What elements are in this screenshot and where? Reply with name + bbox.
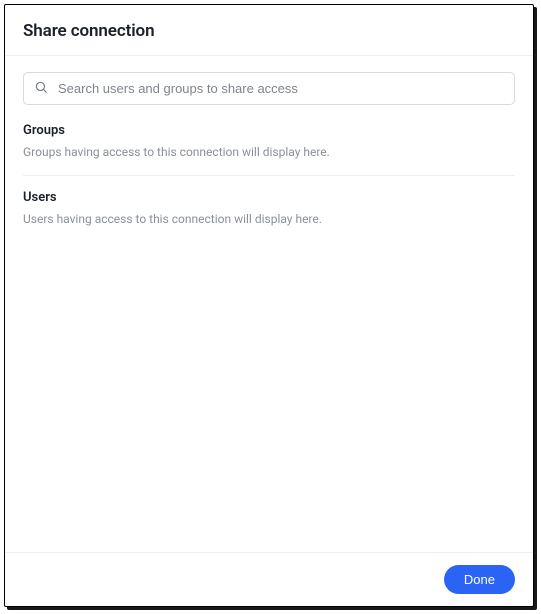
users-section: Users Users having access to this connec… bbox=[23, 175, 515, 242]
users-section-title: Users bbox=[23, 190, 515, 205]
search-icon bbox=[34, 79, 48, 98]
share-connection-dialog: Share connection Groups Groups having ac… bbox=[4, 4, 534, 607]
done-button[interactable]: Done bbox=[444, 565, 515, 594]
groups-section: Groups Groups having access to this conn… bbox=[23, 123, 515, 175]
dialog-content: Groups Groups having access to this conn… bbox=[5, 56, 533, 552]
dialog-title: Share connection bbox=[23, 21, 515, 41]
groups-section-description: Groups having access to this connection … bbox=[23, 144, 515, 161]
groups-section-title: Groups bbox=[23, 123, 515, 138]
dialog-header: Share connection bbox=[5, 5, 533, 56]
search-input[interactable] bbox=[58, 81, 504, 96]
users-section-description: Users having access to this connection w… bbox=[23, 211, 515, 228]
dialog-footer: Done bbox=[5, 552, 533, 606]
search-field-wrapper[interactable] bbox=[23, 72, 515, 105]
